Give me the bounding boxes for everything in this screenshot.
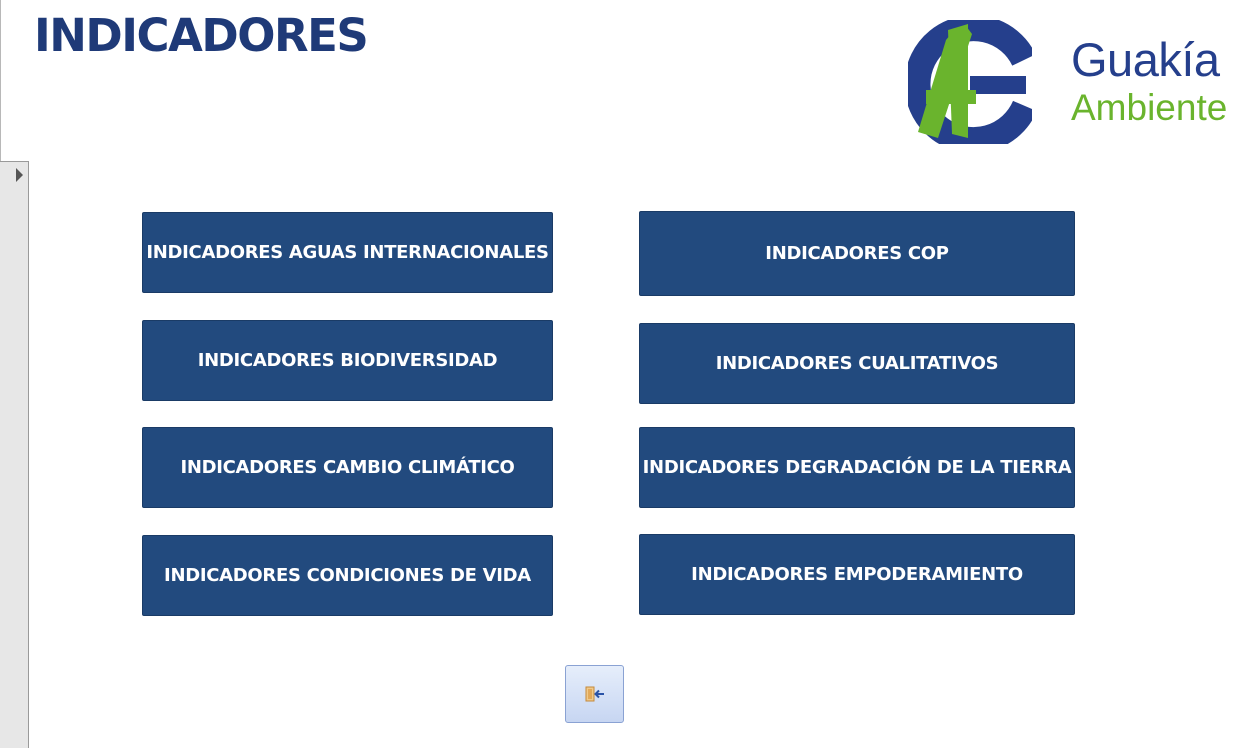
back-button[interactable] xyxy=(565,665,624,723)
window-edge xyxy=(0,0,1,161)
condiciones-vida-button[interactable]: INDICADORES CONDICIONES DE VIDA xyxy=(142,535,553,616)
cambio-climatico-button[interactable]: INDICADORES CAMBIO CLIMÁTICO xyxy=(142,427,553,508)
record-selector-arrow-icon xyxy=(16,168,23,182)
degradacion-tierra-button[interactable]: INDICADORES DEGRADACIÓN DE LA TIERRA xyxy=(639,427,1075,508)
logo-name-ambiente: Ambiente xyxy=(1071,87,1228,128)
empoderamiento-button[interactable]: INDICADORES EMPODERAMIENTO xyxy=(639,534,1075,615)
page-title: INDICADORES xyxy=(34,9,369,62)
record-selector-bar[interactable] xyxy=(0,161,29,748)
aguas-internacionales-button[interactable]: INDICADORES AGUAS INTERNACIONALES xyxy=(142,212,553,293)
biodiversidad-button[interactable]: INDICADORES BIODIVERSIDAD xyxy=(142,320,553,401)
guakia-ambiente-logo: Guakía Ambiente xyxy=(908,20,1248,144)
ag-logo-icon xyxy=(908,20,1032,144)
exit-door-arrow-icon xyxy=(585,686,604,702)
cualitativos-button[interactable]: INDICADORES CUALITATIVOS xyxy=(639,323,1075,404)
cop-button[interactable]: INDICADORES COP xyxy=(639,211,1075,296)
logo-name-guakia: Guakía xyxy=(1071,33,1220,86)
